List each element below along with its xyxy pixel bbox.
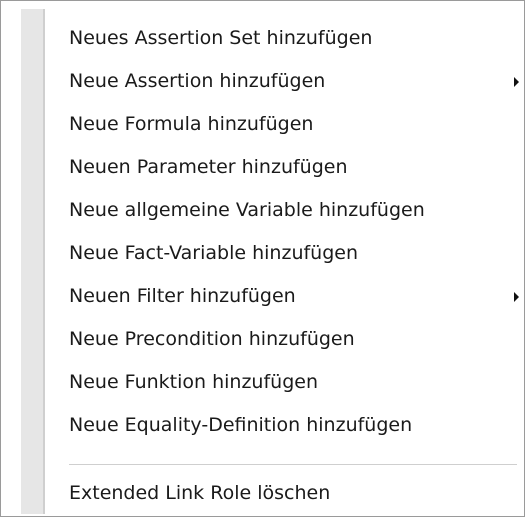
menu-item-label: Neue Formula hinzufügen	[69, 113, 314, 135]
menu-item-label: Neue allgemeine Variable hinzufügen	[69, 199, 425, 221]
menu-item-add-function[interactable]: Neue Funktion hinzufügen	[49, 363, 519, 403]
menu-item-label: Neue Funktion hinzufügen	[69, 371, 318, 393]
menu-icon-gutter	[21, 9, 49, 514]
menu-item-label: Neuen Filter hinzufügen	[69, 285, 296, 307]
menu-item-add-assertion[interactable]: Neue Assertion hinzufügen	[49, 62, 519, 102]
menu-item-label: Neue Precondition hinzufügen	[69, 328, 355, 350]
menu-item-label: Neue Fact-Variable hinzufügen	[69, 242, 359, 264]
menu-item-label: Neues Assertion Set hinzufügen	[69, 27, 373, 49]
menu-item-add-general-variable[interactable]: Neue allgemeine Variable hinzufügen	[49, 191, 519, 231]
context-menu: Neues Assertion Set hinzufügen Neue Asse…	[0, 0, 525, 517]
menu-item-label: Neue Assertion hinzufügen	[69, 70, 326, 92]
menu-item-add-formula[interactable]: Neue Formula hinzufügen	[49, 105, 519, 145]
menu-item-add-assertion-set[interactable]: Neues Assertion Set hinzufügen	[49, 19, 519, 59]
menu-item-add-parameter[interactable]: Neuen Parameter hinzufügen	[49, 148, 519, 188]
menu-item-add-filter[interactable]: Neuen Filter hinzufügen	[49, 277, 519, 317]
menu-item-label: Neue Equality-Definition hinzufügen	[69, 414, 413, 436]
menu-item-label: Neuen Parameter hinzufügen	[69, 156, 348, 178]
chevron-right-icon	[514, 77, 519, 87]
chevron-right-icon	[514, 292, 519, 302]
menu-separator	[69, 464, 517, 466]
menu-item-add-fact-variable[interactable]: Neue Fact-Variable hinzufügen	[49, 234, 519, 274]
menu-item-delete-extended-link-role[interactable]: Extended Link Role löschen	[49, 474, 519, 514]
menu-item-add-precondition[interactable]: Neue Precondition hinzufügen	[49, 320, 519, 360]
menu-item-label: Extended Link Role löschen	[69, 482, 331, 504]
menu-item-add-equality-definition[interactable]: Neue Equality-Definition hinzufügen	[49, 406, 519, 446]
